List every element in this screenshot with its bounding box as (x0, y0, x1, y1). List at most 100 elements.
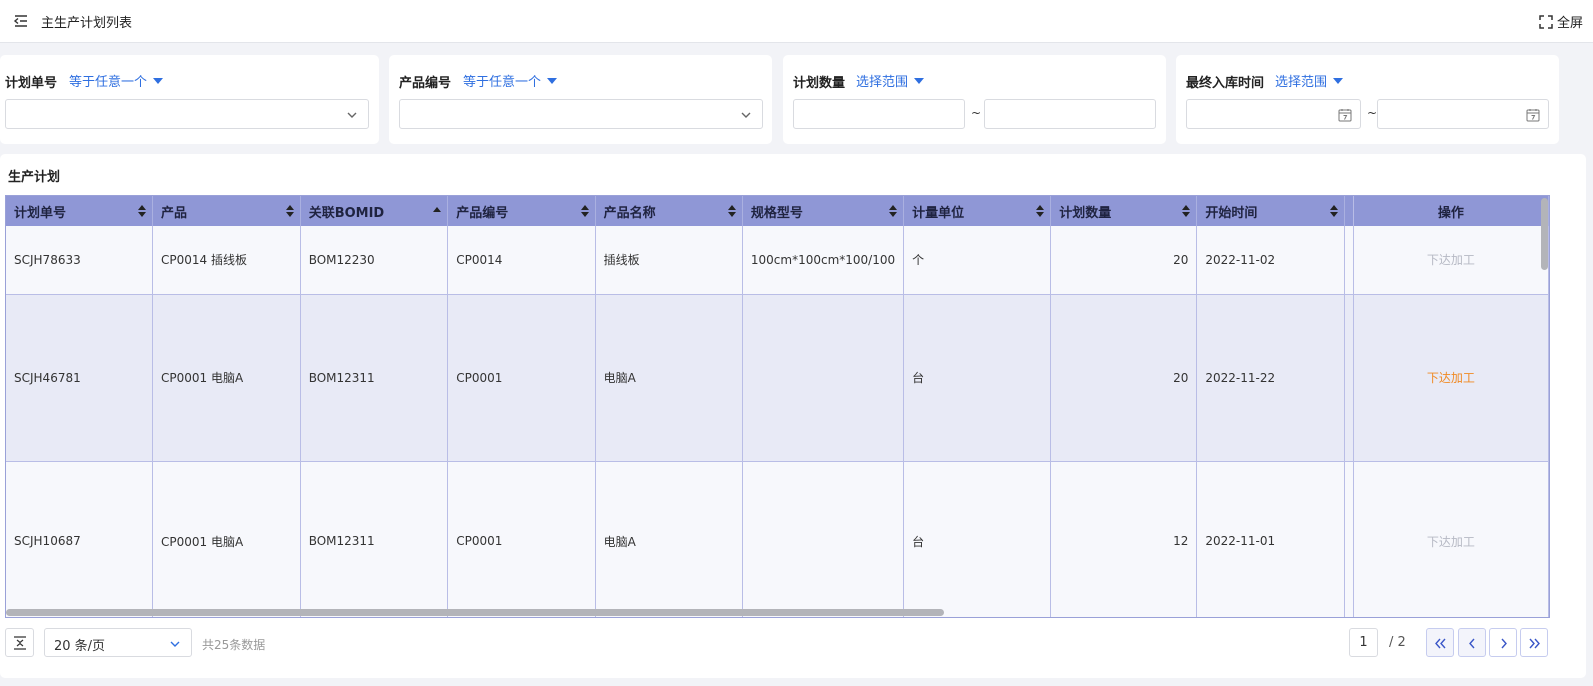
filter-final-storage-time: 最终入库时间 选择范围 ~ (1176, 55, 1559, 144)
caret-down-icon (547, 77, 558, 84)
filter-operator-label: 等于任意一个 (463, 75, 542, 90)
column-header-product[interactable]: 产品 (152, 196, 301, 226)
table-row[interactable]: SCJH10687 CP0001 电脑A BOM12311 CP0001 电脑A… (6, 461, 1549, 617)
range-separator: ~ (971, 106, 982, 120)
chevron-right-icon (1501, 638, 1507, 649)
column-header-unit[interactable]: 计量单位 (903, 196, 1052, 226)
cell-spec: 100cm*100cm*100/100 (742, 226, 905, 295)
plan-no-select[interactable] (5, 99, 369, 129)
cell-bom-id: BOM12311 (300, 461, 449, 617)
end-date-input[interactable] (1377, 99, 1549, 129)
product-code-select[interactable] (399, 99, 763, 129)
filter-operator-label: 选择范围 (1275, 75, 1328, 90)
filter-label: 计划数量 (793, 76, 846, 91)
cell-plan-no: SCJH46781 (6, 294, 154, 462)
calendar-icon (1338, 109, 1352, 122)
column-header-product-code[interactable]: 产品编号 (447, 196, 596, 226)
prev-page-button[interactable] (1458, 628, 1486, 657)
column-label: 开始时间 (1205, 205, 1258, 221)
dispatch-button: 下达加工 (1426, 253, 1475, 268)
table-row[interactable]: SCJH78633 CP0014 插线板 BOM12230 CP0014 插线板… (6, 226, 1549, 295)
cell-action: 下达加工 (1353, 461, 1549, 617)
page-title: 主生产计划列表 (41, 16, 133, 31)
column-label: 计划数量 (1059, 205, 1112, 221)
caret-down-icon (914, 77, 925, 84)
qty-min-input[interactable] (793, 99, 965, 129)
dispatch-button: 下达加工 (1426, 534, 1475, 549)
filter-plan-no: 计划单号 等于任意一个 (0, 55, 379, 144)
production-plan-panel: 生产计划 计划单号 产品 关联BOMID 产品编号 产品名称 规格型号 计量单位… (0, 154, 1586, 678)
column-header-plan-qty[interactable]: 计划数量 (1050, 196, 1198, 226)
qty-max-input[interactable] (984, 99, 1156, 129)
total-count: 共25条数据 (202, 638, 266, 652)
range-separator: ~ (1367, 106, 1378, 120)
column-header-action: 操作 (1353, 196, 1549, 226)
cell-bom-id: BOM12311 (300, 294, 449, 462)
filter-operator-dropdown[interactable]: 等于任意一个 (463, 71, 558, 90)
vertical-scrollbar[interactable] (1541, 198, 1548, 270)
cell-plan-qty: 20 (1050, 294, 1198, 462)
header-row: 计划单号 产品 关联BOMID 产品编号 产品名称 规格型号 计量单位 计划数量… (6, 196, 1549, 226)
calendar-icon (1526, 109, 1540, 122)
page-number-input[interactable]: 1 (1349, 628, 1378, 657)
column-label: 操作 (1437, 205, 1464, 221)
total-pages: / 2 (1389, 635, 1406, 650)
column-divider (1344, 294, 1354, 462)
cell-plan-no: SCJH78633 (6, 226, 154, 295)
filter-operator-dropdown[interactable]: 等于任意一个 (69, 71, 164, 90)
column-label: 产品 (161, 205, 188, 221)
pagination-bar: 20 条/页 共25条数据 1 / 2 (0, 628, 1586, 658)
column-label: 规格型号 (750, 205, 803, 221)
collapse-filter-button[interactable] (5, 628, 34, 657)
next-page-button[interactable] (1489, 628, 1517, 657)
sort-icon (727, 205, 736, 217)
sort-ascending-icon (433, 207, 442, 212)
cell-unit: 台 (903, 294, 1052, 462)
sort-icon (1182, 205, 1191, 217)
column-header-plan-no[interactable]: 计划单号 (6, 196, 154, 226)
first-page-button[interactable] (1426, 628, 1454, 657)
filter-operator-dropdown[interactable]: 选择范围 (1275, 71, 1344, 90)
column-label: 产品名称 (603, 205, 656, 221)
chevron-down-icon (347, 112, 357, 118)
dispatch-button[interactable]: 下达加工 (1427, 371, 1475, 385)
sort-icon (889, 205, 898, 217)
double-chevron-right-icon (1529, 638, 1540, 649)
menu-fold-icon[interactable] (13, 13, 29, 29)
plan-table: 计划单号 产品 关联BOMID 产品编号 产品名称 规格型号 计量单位 计划数量… (6, 196, 1549, 617)
filter-label: 计划单号 (5, 76, 58, 91)
sort-icon (1036, 205, 1045, 217)
cell-unit: 个 (903, 226, 1052, 295)
column-divider (1344, 196, 1354, 226)
start-date-input[interactable] (1186, 99, 1361, 129)
vertical-align-icon (14, 636, 26, 650)
table-row[interactable]: SCJH46781 CP0001 电脑A BOM12311 CP0001 电脑A… (6, 294, 1549, 462)
column-header-bom-id[interactable]: 关联BOMID (300, 196, 449, 226)
cell-product-name: 插线板 (595, 226, 743, 295)
page-size-label: 20 条/页 (54, 639, 106, 654)
sort-icon (1329, 205, 1338, 217)
filter-operator-dropdown[interactable]: 选择范围 (856, 71, 925, 90)
column-header-spec[interactable]: 规格型号 (742, 196, 905, 226)
double-chevron-left-icon (1435, 638, 1446, 649)
last-page-button[interactable] (1520, 628, 1548, 657)
cell-start-time: 2022-11-02 (1196, 226, 1345, 295)
column-header-start-time[interactable]: 开始时间 (1196, 196, 1345, 226)
filter-product-code: 产品编号 等于任意一个 (389, 55, 772, 144)
page-size-select[interactable]: 20 条/页 (44, 628, 192, 657)
filter-operator-label: 等于任意一个 (69, 75, 148, 90)
cell-product-name: 电脑A (595, 461, 743, 617)
top-bar: 主生产计划列表 全屏 (0, 0, 1593, 43)
filter-operator-label: 选择范围 (856, 75, 909, 90)
cell-product-code: CP0014 (447, 226, 596, 295)
horizontal-scrollbar[interactable] (6, 609, 944, 616)
column-header-product-name[interactable]: 产品名称 (595, 196, 743, 226)
cell-action: 下达加工 (1353, 226, 1549, 295)
sort-icon (580, 205, 589, 217)
filter-plan-qty: 计划数量 选择范围 ~ (783, 55, 1166, 144)
cell-spec (742, 461, 905, 617)
column-label: 关联BOMID (308, 205, 385, 221)
cell-product-name: 电脑A (595, 294, 743, 462)
fullscreen-button[interactable]: 全屏 (1539, 12, 1583, 31)
column-label: 产品编号 (456, 205, 509, 221)
